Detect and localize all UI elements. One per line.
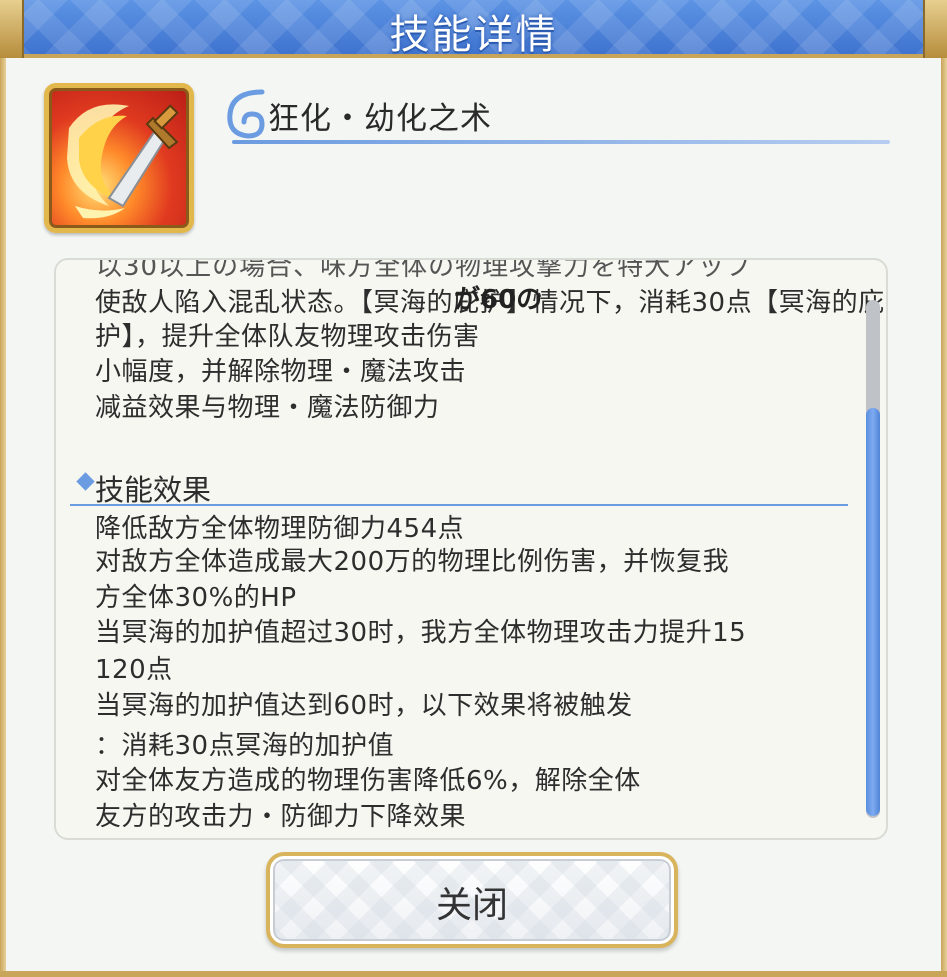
- close-button[interactable]: 关闭: [266, 852, 678, 948]
- skill-description-panel[interactable]: 以30以上の場合、味方全体の物理攻撃力を特大アップ 使敌人陷入混乱状态。【冥海的…: [54, 258, 888, 840]
- dialog-title: 技能详情: [389, 12, 558, 58]
- close-button-label: 关闭: [435, 885, 508, 926]
- section-diamond-icon: [76, 472, 95, 491]
- description-line: 减益效果与物理・魔法防御力: [95, 393, 440, 423]
- frame-left: [0, 58, 6, 977]
- effects-heading: 技能效果: [95, 473, 212, 507]
- effect-line: 120点: [95, 655, 173, 685]
- effect-line: 当冥海的加护值超过30时，我方全体物理攻击力提升15: [95, 618, 747, 648]
- effect-line: 友方的攻击力・防御力下降效果: [95, 802, 467, 832]
- frame-right: [941, 58, 947, 977]
- description-cut-line: 以30以上の場合、味方全体の物理攻撃力を特大アップ: [96, 258, 753, 282]
- description-line: 护】，提升全体队友物理攻击伤害: [95, 322, 480, 352]
- effect-line: 对全体友方造成的物理伤害降低6%，解除全体: [95, 766, 641, 796]
- scrollbar-thumb[interactable]: [866, 408, 880, 816]
- swirl-ornament-icon: [227, 89, 265, 139]
- effect-line: ：消耗30点冥海的加护值: [95, 731, 395, 761]
- effects-heading-rule: [70, 504, 848, 506]
- flaming-sword-icon: [44, 83, 194, 233]
- overlap-text: が60の: [454, 285, 543, 315]
- effect-line: 方全体30%的HP: [95, 583, 297, 613]
- effect-line: 当冥海的加护值达到60时，以下效果将被触发: [95, 691, 633, 721]
- effect-line: 对敌方全体造成最大200万的物理比例伤害，并恢复我: [95, 547, 730, 577]
- dialog-header: 技能详情: [0, 0, 947, 58]
- skill-name-underline: [232, 140, 890, 144]
- skill-name: 狂化・幼化之术: [268, 101, 492, 137]
- effect-line: 降低敌方全体物理防御力454点: [95, 514, 465, 544]
- header-corner-right: [923, 0, 947, 58]
- description-line: 小幅度，并解除物理・魔法攻击: [95, 357, 467, 387]
- frame-bottom: [0, 971, 947, 977]
